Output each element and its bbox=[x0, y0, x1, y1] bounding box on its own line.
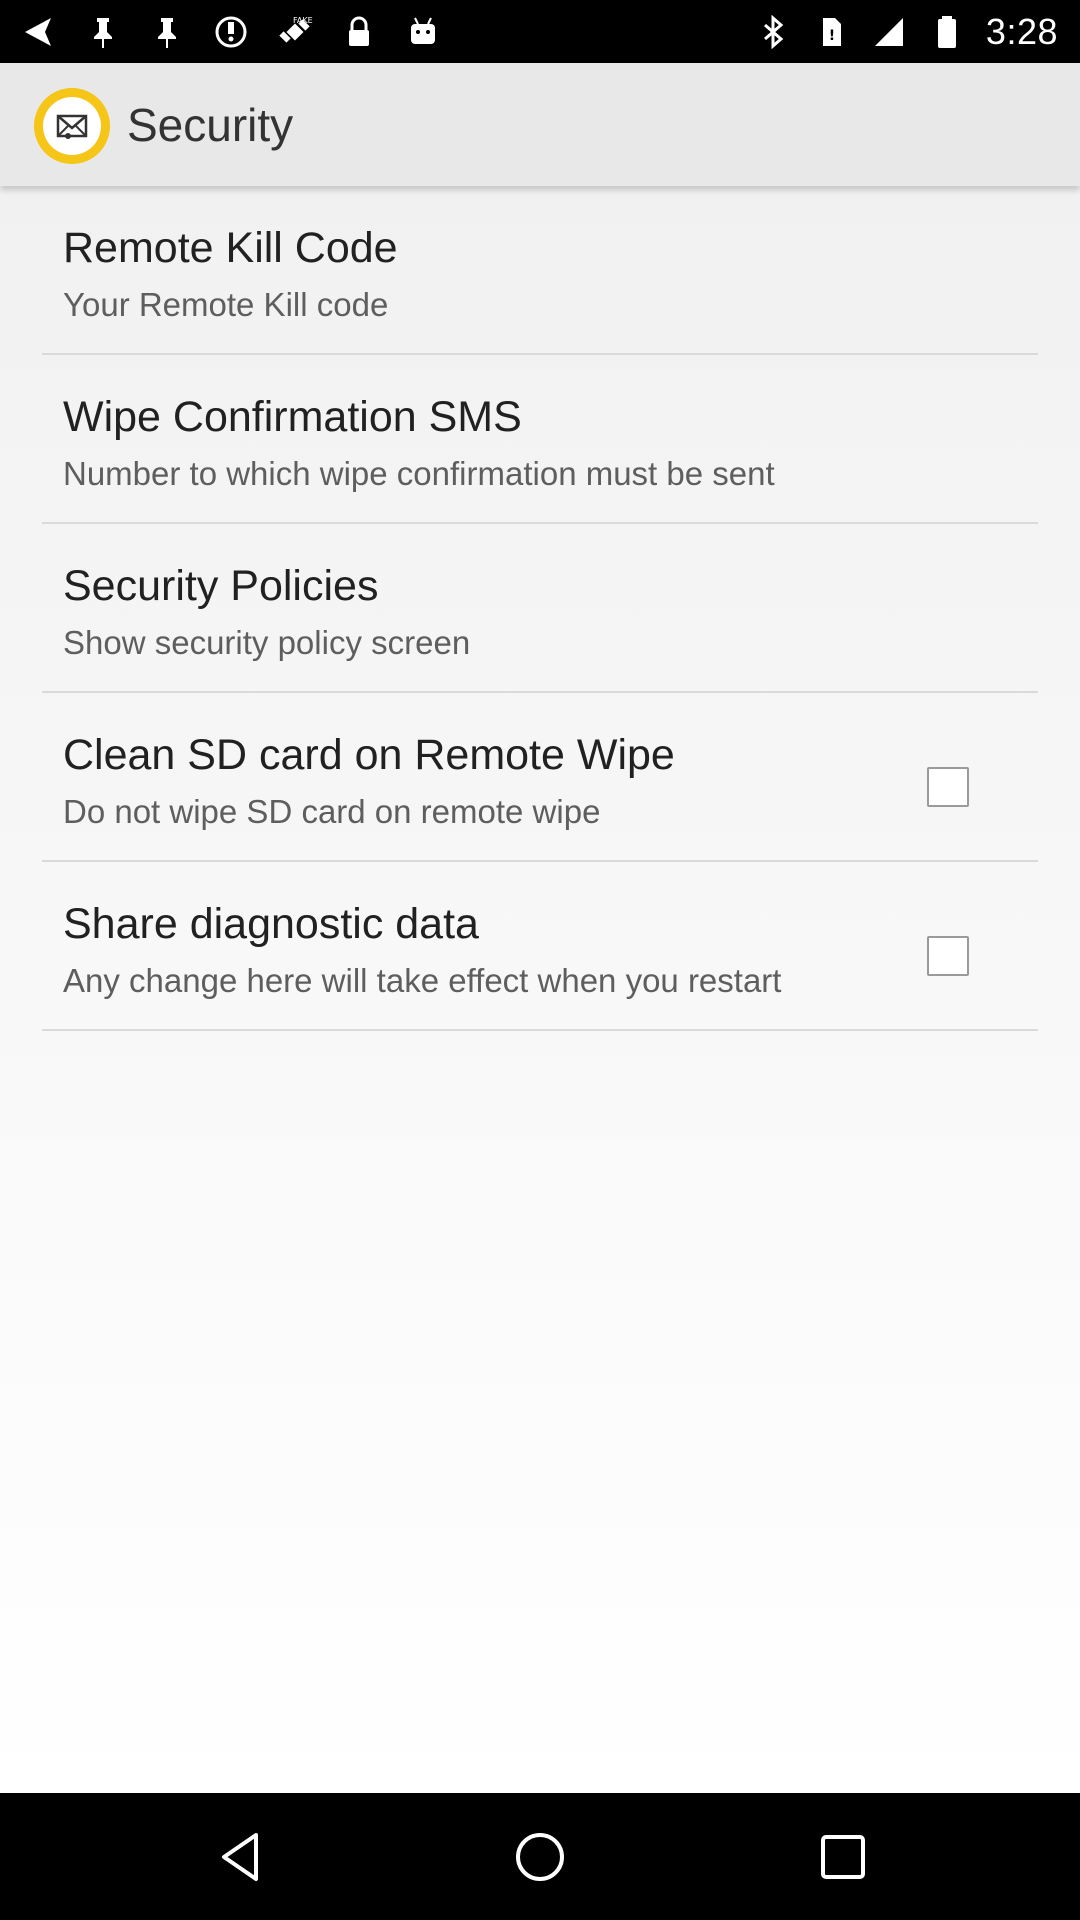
bluetooth-icon bbox=[754, 13, 792, 51]
fake-gps-satellite-icon: FAKE bbox=[276, 13, 314, 51]
pref-title: Remote Kill Code bbox=[63, 224, 398, 272]
svg-text:!: ! bbox=[829, 28, 835, 44]
signal-icon bbox=[870, 13, 908, 51]
pref-security-policies[interactable]: Security Policies Show security policy s… bbox=[42, 524, 1038, 693]
back-arrow-notification-icon bbox=[20, 13, 58, 51]
pref-summary: Show security policy screen bbox=[63, 624, 471, 661]
pin-icon bbox=[84, 13, 122, 51]
pref-title: Security Policies bbox=[63, 562, 379, 610]
pref-wipe-confirmation-sms[interactable]: Wipe Confirmation SMS Number to which wi… bbox=[42, 355, 1038, 524]
status-time: 3:28 bbox=[985, 10, 1058, 52]
clean-sd-card-checkbox[interactable] bbox=[927, 767, 969, 807]
pref-summary: Number to which wipe confirmation must b… bbox=[63, 455, 775, 492]
home-icon[interactable] bbox=[460, 1793, 620, 1920]
alarm-icon bbox=[212, 13, 250, 51]
pref-share-diagnostic-data[interactable]: Share diagnostic data Any change here wi… bbox=[42, 862, 1038, 1031]
android-robot-icon bbox=[404, 13, 442, 51]
pref-clean-sd-card[interactable]: Clean SD card on Remote Wipe Do not wipe… bbox=[42, 693, 1038, 862]
pref-summary: Do not wipe SD card on remote wipe bbox=[63, 793, 601, 830]
svg-text:FAKE: FAKE bbox=[293, 16, 313, 25]
system-icons: ! 3:28 bbox=[754, 0, 1058, 63]
pref-title: Wipe Confirmation SMS bbox=[63, 393, 522, 441]
pref-summary: Your Remote Kill code bbox=[63, 286, 389, 323]
battery-icon bbox=[928, 13, 966, 51]
navigation-bar bbox=[0, 1793, 1080, 1920]
pref-title: Share diagnostic data bbox=[63, 900, 479, 948]
pin-icon bbox=[148, 13, 186, 51]
share-diagnostic-data-checkbox[interactable] bbox=[927, 936, 969, 976]
preference-list: Remote Kill Code Your Remote Kill code W… bbox=[42, 186, 1038, 1031]
recents-icon[interactable] bbox=[763, 1793, 923, 1920]
pref-title: Clean SD card on Remote Wipe bbox=[63, 731, 675, 779]
status-bar: FAKE ! 3:28 bbox=[0, 0, 1080, 63]
mail-shield-icon[interactable] bbox=[34, 88, 110, 164]
back-icon[interactable] bbox=[160, 1793, 320, 1920]
app-bar: Security bbox=[0, 63, 1080, 186]
lock-icon bbox=[340, 13, 378, 51]
settings-content: Remote Kill Code Your Remote Kill code W… bbox=[0, 186, 1080, 1793]
pref-remote-kill-code[interactable]: Remote Kill Code Your Remote Kill code bbox=[42, 186, 1038, 355]
notification-icons: FAKE bbox=[20, 0, 442, 63]
page-title: Security bbox=[127, 98, 294, 151]
pref-summary: Any change here will take effect when yo… bbox=[63, 962, 782, 999]
no-sim-icon: ! bbox=[812, 13, 850, 51]
